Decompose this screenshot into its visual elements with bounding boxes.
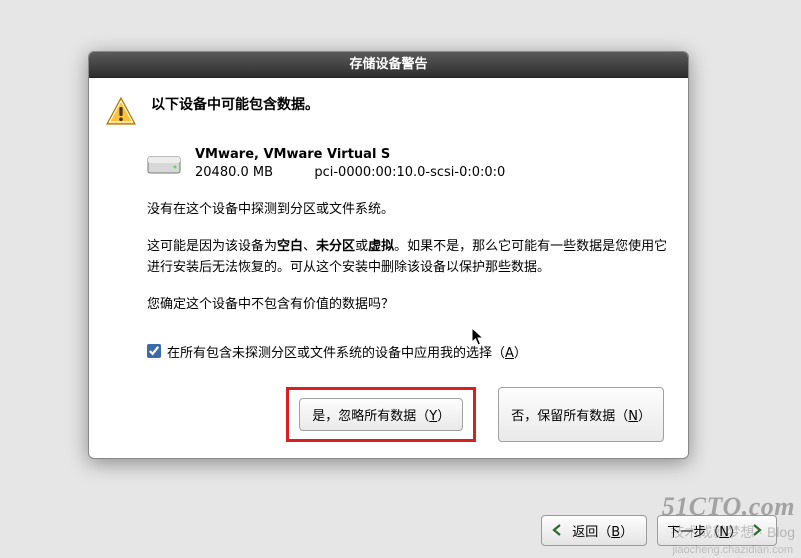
back-button[interactable]: 返回（B）: [541, 515, 647, 546]
warning-icon: [105, 96, 137, 128]
next-button[interactable]: 下一步（N）: [657, 515, 777, 546]
apply-all-checkbox[interactable]: [147, 344, 161, 358]
dialog-button-row: 是，忽略所有数据（Y） 否，保留所有数据（N）: [105, 387, 670, 442]
arrow-left-icon: [551, 523, 565, 537]
tutorial-highlight: 是，忽略所有数据（Y）: [286, 387, 476, 442]
para-no-partition: 没有在这个设备中探测到分区或文件系统。: [147, 200, 670, 221]
hard-disk-icon: [147, 151, 181, 177]
dialog-body: 以下设备中可能包含数据。 VMware, VMware Virtual S 20…: [89, 78, 688, 458]
keep-data-button[interactable]: 否，保留所有数据（N）: [498, 387, 664, 442]
apply-all-checkbox-row[interactable]: 在所有包含未探测分区或文件系统的设备中应用我的选择（A）: [147, 342, 670, 361]
device-details: 20480.0 MB pci-0000:00:10.0-scsi-0:0:0:0: [195, 164, 505, 182]
device-name: VMware, VMware Virtual S: [195, 146, 505, 164]
wizard-nav-bar: 返回（B） 下一步（N）: [0, 502, 801, 558]
para-confirm: 您确定这个设备中不包含有价值的数据吗？: [147, 295, 670, 316]
device-row: VMware, VMware Virtual S 20480.0 MB pci-…: [147, 146, 670, 182]
dialog-heading: 以下设备中可能包含数据。: [151, 94, 319, 114]
discard-data-button[interactable]: 是，忽略所有数据（Y）: [299, 398, 463, 431]
dialog-titlebar: 存储设备警告: [89, 52, 688, 78]
storage-warning-dialog: 存储设备警告 以下设备中可能包含数据。 VMware, VMware Virtu…: [88, 51, 689, 459]
arrow-right-icon: [749, 523, 763, 537]
dialog-title: 存储设备警告: [349, 57, 427, 72]
para-explanation: 这可能是因为该设备为空白、未分区或虚拟。如果不是，那么它可能有一些数据是您使用它…: [147, 237, 670, 279]
apply-all-label: 在所有包含未探测分区或文件系统的设备中应用我的选择（A）: [167, 342, 527, 361]
